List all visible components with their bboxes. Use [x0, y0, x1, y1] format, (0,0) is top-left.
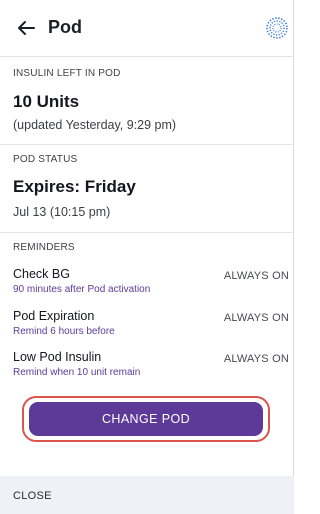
- reminder-title: Low Pod Insulin: [13, 350, 102, 364]
- pod-status-icon: [265, 16, 289, 40]
- pod-status-section: POD STATUS Expires: Friday Jul 13 (10:15…: [0, 144, 294, 233]
- reminder-state: ALWAYS ON: [223, 270, 289, 282]
- pod-expiry: Expires: Friday: [13, 177, 136, 196]
- reminder-desc: 90 minutes after Pod activation: [13, 284, 151, 295]
- reminder-desc: Remind 6 hours before: [13, 326, 115, 337]
- page-title: Pod: [48, 17, 82, 37]
- change-pod-highlight: CHANGE POD: [22, 396, 270, 442]
- reminder-state: ALWAYS ON: [223, 312, 289, 324]
- pod-screen: Pod INSULIN LEFT IN POD 10 Units (update…: [0, 0, 294, 514]
- insulin-section: INSULIN LEFT IN POD 10 Units (updated Ye…: [0, 56, 294, 145]
- back-arrow-icon[interactable]: [14, 16, 38, 40]
- pod-status-label: POD STATUS: [13, 154, 78, 165]
- reminder-title: Check BG: [13, 267, 70, 281]
- insulin-label: INSULIN LEFT IN POD: [13, 68, 121, 79]
- change-pod-button[interactable]: CHANGE POD: [29, 402, 263, 436]
- reminder-title: Pod Expiration: [13, 309, 95, 323]
- pod-expiry-date: Jul 13 (10:15 pm): [13, 205, 111, 219]
- insulin-value: 10 Units: [13, 92, 80, 111]
- app-header: Pod: [0, 0, 294, 57]
- insulin-updated: (updated Yesterday, 9:29 pm): [13, 118, 177, 132]
- reminders-label: REMINDERS: [13, 242, 75, 253]
- footer-bar: CLOSE: [0, 476, 294, 514]
- reminder-desc: Remind when 10 unit remain: [13, 367, 141, 378]
- reminder-state: ALWAYS ON: [223, 353, 289, 365]
- close-button[interactable]: CLOSE: [13, 490, 52, 502]
